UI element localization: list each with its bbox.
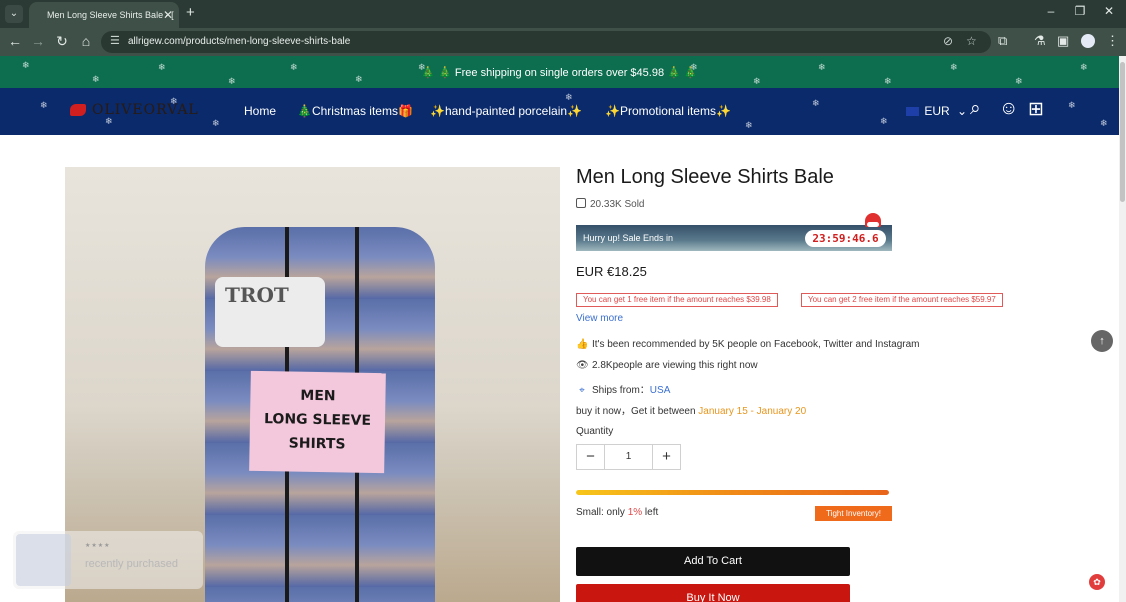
scrollbar-thumb[interactable] — [1120, 62, 1125, 202]
minus-icon[interactable]: − — [577, 445, 604, 469]
promo-tag[interactable]: You can get 2 free item if the amount re… — [801, 293, 1003, 307]
bag-icon — [576, 198, 586, 208]
currency-label: EUR — [924, 104, 950, 118]
back-to-top-icon[interactable]: ↑ — [1091, 330, 1113, 352]
delivery-end: January 20 — [756, 406, 807, 417]
plus-icon[interactable]: + — [653, 445, 680, 469]
stock-prefix: Small: only — [576, 507, 628, 518]
sale-text: Hurry up! Sale Ends in — [583, 233, 674, 243]
recent-text: recently purchased — [85, 558, 178, 570]
sale-countdown-banner: Hurry up! Sale Ends in 23:59:46.6 — [576, 213, 892, 251]
stock-percent: 1% — [627, 507, 643, 518]
view-more-link[interactable]: View more — [576, 313, 623, 324]
close-icon[interactable]: ✕ — [163, 2, 173, 28]
photo-tag: TROT — [215, 277, 325, 347]
tune-icon[interactable]: ☰ — [110, 34, 120, 47]
recent-stars: ★★★★ — [85, 543, 111, 549]
currency-selector[interactable]: EUR ⌄ — [906, 104, 967, 118]
nav-home[interactable]: Home — [244, 104, 276, 118]
promo-tag[interactable]: You can get 1 free item if the amount re… — [576, 293, 778, 307]
minimize-icon[interactable]: – — [1041, 4, 1061, 18]
santa-hat-icon — [865, 213, 881, 227]
address-bar[interactable]: ☰ allrigew.com/products/men-long-sleeve-… — [101, 31, 991, 53]
page-scrollbar[interactable] — [1119, 56, 1126, 602]
buy-now-button[interactable]: Buy It Now — [576, 584, 850, 602]
recently-purchased-popup[interactable]: ★★★★ recently purchased — [13, 531, 203, 589]
delivery-start: January 15 — [698, 406, 748, 417]
home-icon[interactable]: ⌂ — [77, 33, 95, 49]
viewing-text: 2.8Kpeople are viewing this right now — [592, 360, 758, 371]
stock-text: Small: only 1% left — [576, 507, 658, 518]
stock-progress-bar — [576, 490, 889, 495]
avatar-icon[interactable] — [1081, 34, 1095, 48]
url-text[interactable]: allrigew.com/products/men-long-sleeve-sh… — [128, 36, 350, 47]
announcement-bar: ❄ ❄ ❄ ❄ ❄ ❄ ❄ ❄ ❄ ❄ ❄ ❄ ❄ ❄ 🎄 🎄 Free shipping o… — [0, 56, 1119, 88]
photo-label-line: SHIRTS — [288, 435, 346, 453]
site-header: ❄ ❄ ❄ ❄ ❄ ❄ ❄ ❄ ❄ ❄ OLIVEORVAL Home 🎄Christma… — [0, 88, 1119, 135]
restore-icon[interactable]: ❐ — [1070, 4, 1090, 18]
countdown-timer: 23:59:46.6 — [805, 230, 886, 247]
browser-tabstrip: ⌄ Men Long Sleeve Shirts Bale - [ ✕ + – … — [0, 0, 1126, 28]
ships-from-label: Ships from： — [592, 385, 650, 396]
chevron-down-icon: ⌄ — [957, 104, 968, 118]
back-arrow-icon[interactable]: ← — [6, 33, 24, 49]
delivery-separator: - — [747, 406, 757, 417]
recommended-text: It's been recommended by 5K people on Fa… — [592, 339, 920, 350]
stock-progress-fill — [576, 490, 889, 495]
puzzle-icon[interactable]: ⧉ — [998, 33, 1007, 49]
thumbs-up-icon: 👍 — [576, 339, 589, 350]
quantity-stepper[interactable]: − 1 + — [576, 444, 681, 470]
account-icon[interactable]: ☺ — [999, 98, 1018, 120]
tight-inventory-badge: Tight Inventory! — [815, 506, 892, 521]
viewing-line: 👁 2.8Kpeople are viewing this right now — [576, 360, 758, 371]
search-icon[interactable]: ⌕ — [970, 98, 981, 120]
flask-icon[interactable]: ⚗ — [1034, 33, 1046, 49]
plus-icon[interactable]: + — [186, 4, 195, 21]
logo-text: OLIVEORVAL — [92, 102, 199, 118]
ships-from-line: ⌖ Ships from：USA — [576, 381, 670, 396]
eye-icon: 👁 — [576, 360, 589, 371]
photo-label-card: MEN LONG SLEEVE SHIRTS — [249, 370, 386, 474]
browser-tab[interactable]: Men Long Sleeve Shirts Bale - [ ✕ — [29, 2, 179, 28]
stock-suffix: left — [642, 507, 659, 518]
photo-label-line: LONG SLEEVE — [263, 411, 372, 429]
chat-icon[interactable]: ✿ — [1089, 574, 1105, 590]
browser-toolbar: ← → ↻ ⌂ ☰ allrigew.com/products/men-long… — [0, 28, 1126, 56]
recommended-line: 👍 It's been recommended by 5K people on F… — [576, 339, 919, 350]
logo-mark — [70, 104, 86, 116]
eye-off-icon[interactable]: ⊘ — [943, 34, 953, 48]
quantity-input[interactable]: 1 — [604, 445, 653, 469]
sidepanel-icon[interactable]: ▣ — [1057, 33, 1069, 49]
delivery-prefix: buy it now，Get it between — [576, 406, 696, 417]
nav-promotional-items[interactable]: ✨Promotional items✨ — [605, 104, 731, 118]
ships-from-value[interactable]: USA — [650, 385, 671, 396]
sold-count: 20.33K Sold — [576, 198, 645, 210]
product-title: Men Long Sleeve Shirts Bale — [576, 166, 834, 188]
quantity-label: Quantity — [576, 426, 614, 437]
location-pin-icon: ⌖ — [579, 385, 585, 396]
tab-search-button[interactable]: ⌄ — [5, 5, 23, 23]
eu-flag-icon — [906, 107, 919, 116]
photo-label-line: MEN — [300, 387, 336, 405]
tab-title: Men Long Sleeve Shirts Bale - [ — [47, 10, 174, 20]
product-price: EUR €18.25 — [576, 264, 647, 279]
recent-thumbnail — [16, 534, 71, 586]
add-to-cart-button[interactable]: Add To Cart — [576, 547, 850, 576]
nav-christmas-items[interactable]: 🎄Christmas items🎁 — [297, 104, 413, 118]
star-icon[interactable]: ☆ — [966, 34, 977, 48]
window-close-icon[interactable]: ✕ — [1099, 4, 1119, 18]
delivery-line: buy it now，Get it between January 15 - J… — [576, 402, 806, 417]
more-vertical-icon[interactable]: ⋮ — [1106, 33, 1119, 49]
gift-icon[interactable]: ⊞ — [1028, 98, 1044, 121]
forward-arrow-icon[interactable]: → — [29, 33, 47, 49]
free-shipping-text: 🎄 🎄 Free shipping on single orders over … — [421, 67, 698, 79]
nav-hand-painted-porcelain[interactable]: ✨hand-painted porcelain✨ — [430, 104, 582, 118]
reload-icon[interactable]: ↻ — [53, 33, 71, 50]
sold-text: 20.33K Sold — [590, 199, 645, 210]
